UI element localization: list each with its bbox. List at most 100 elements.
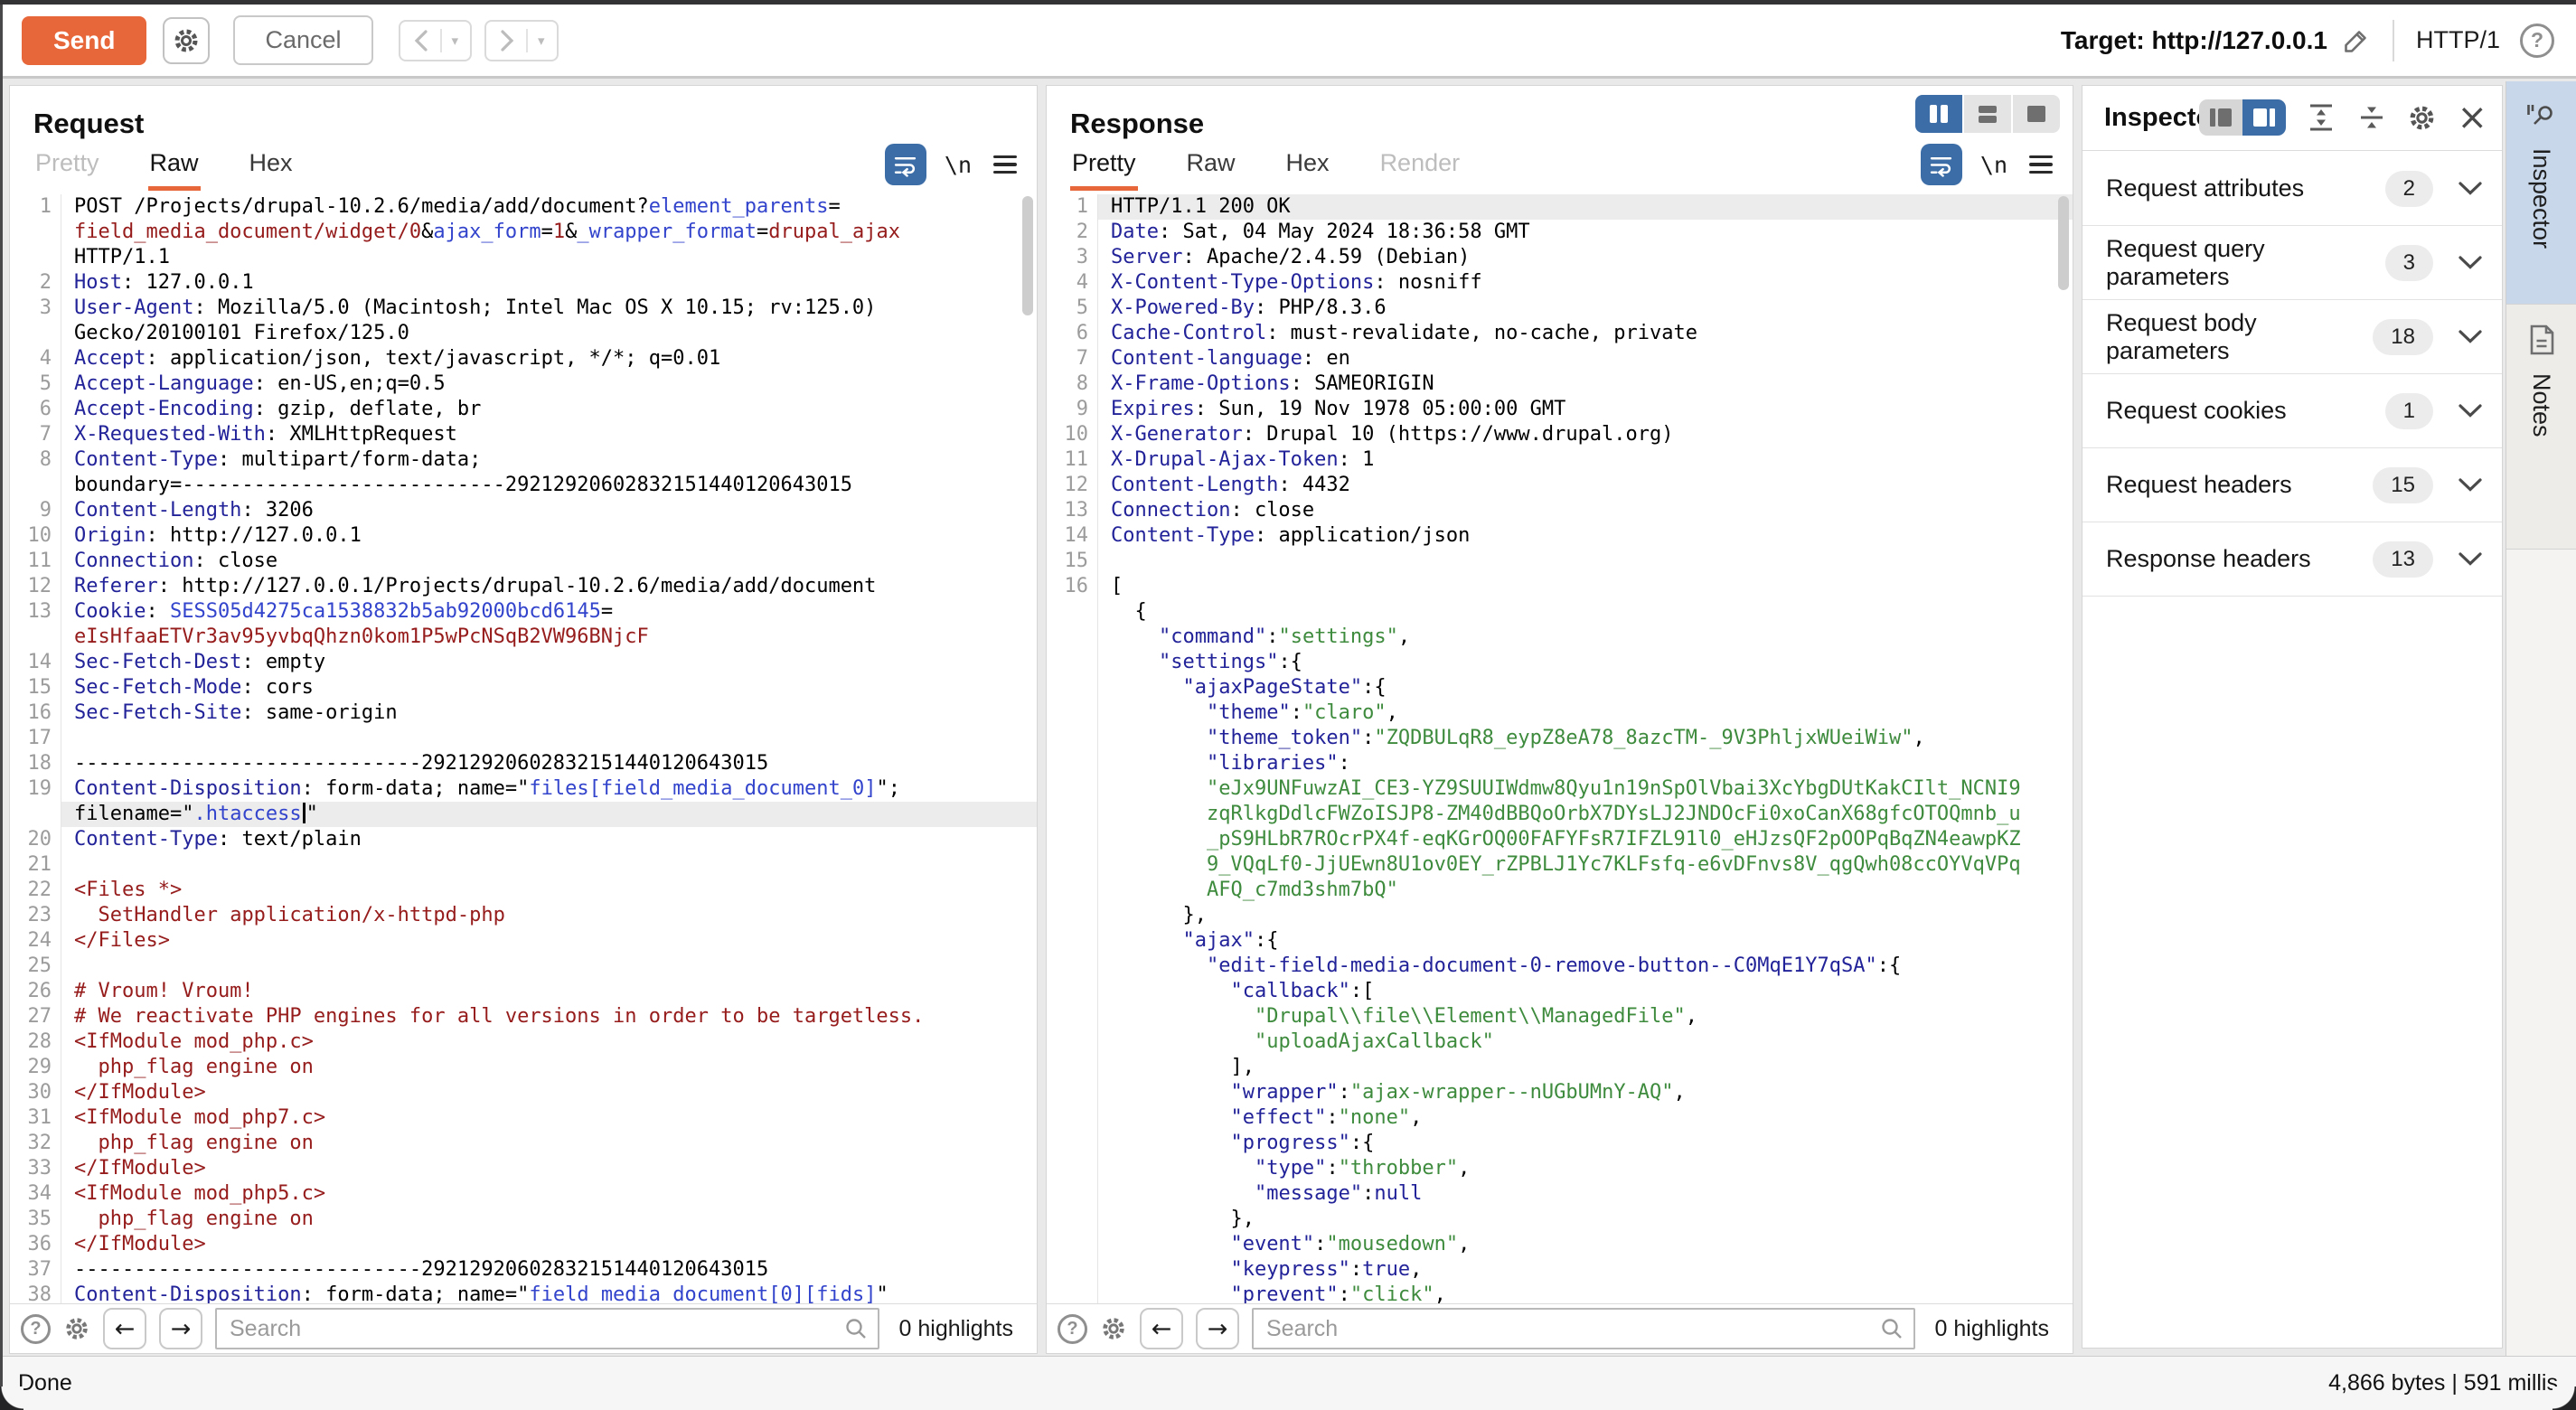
code-line[interactable]: 11Connection: close [10, 549, 1037, 574]
inspector-settings-button[interactable] [2407, 103, 2437, 133]
search-prev-button[interactable]: ← [1140, 1308, 1183, 1349]
code-line[interactable]: 13Connection: close [1047, 498, 2073, 523]
code-line[interactable]: 22<Files *> [10, 878, 1037, 903]
code-line[interactable]: 27# We reactivate PHP engines for all ve… [10, 1004, 1037, 1029]
help-icon[interactable]: ? [2520, 24, 2554, 58]
search-help-icon[interactable]: ? [1058, 1314, 1087, 1344]
code-line[interactable]: 31<IfModule mod_php7.c> [10, 1105, 1037, 1131]
code-line[interactable]: 12Referer: http://127.0.0.1/Projects/dru… [10, 574, 1037, 599]
inspector-section-request-cookies[interactable]: Request cookies1 [2082, 374, 2502, 448]
tab-pretty[interactable]: Pretty [33, 149, 101, 191]
code-line[interactable]: 33</IfModule> [10, 1156, 1037, 1181]
request-editor[interactable]: 1POST /Projects/drupal-10.2.6/media/add/… [10, 191, 1037, 1303]
forward-request-button[interactable]: ▾ [484, 20, 559, 61]
send-settings-button[interactable] [163, 17, 210, 64]
collapse-all-button[interactable] [2356, 102, 2387, 133]
code-line[interactable]: 1HTTP/1.1 200 OK [1047, 194, 2073, 220]
code-line[interactable]: 19Content-Disposition: form-data; name="… [10, 776, 1037, 802]
code-line[interactable]: 16[ { "command":"settings", "settings":{… [1047, 574, 2073, 1303]
back-request-button[interactable]: ▾ [399, 20, 473, 61]
search-settings-button[interactable] [1100, 1315, 1127, 1342]
code-line[interactable]: 12Content-Length: 4432 [1047, 473, 2073, 498]
word-wrap-toggle[interactable] [885, 144, 926, 185]
dock-right-button[interactable] [2242, 99, 2286, 136]
inspector-section-request-headers[interactable]: Request headers15 [2082, 448, 2502, 522]
request-scrollbar[interactable] [1022, 196, 1033, 315]
show-newlines-toggle[interactable]: \n [1980, 152, 2007, 178]
code-line[interactable]: 8X-Frame-Options: SAMEORIGIN [1047, 371, 2073, 397]
code-line[interactable]: 26# Vroum! Vroum! [10, 979, 1037, 1004]
code-line[interactable]: 3User-Agent: Mozilla/5.0 (Macintosh; Int… [10, 296, 1037, 346]
inspector-dock-toggle[interactable] [2199, 99, 2286, 136]
dock-left-button[interactable] [2199, 99, 2242, 136]
code-line[interactable]: 16Sec-Fetch-Site: same-origin [10, 700, 1037, 726]
code-line[interactable]: 14Content-Type: application/json [1047, 523, 2073, 549]
tab-render[interactable]: Render [1378, 149, 1462, 191]
code-line[interactable]: 11X-Drupal-Ajax-Token: 1 [1047, 447, 2073, 473]
search-help-icon[interactable]: ? [21, 1314, 51, 1344]
close-icon[interactable]: × [2457, 99, 2487, 136]
menu-icon[interactable] [2026, 152, 2056, 178]
code-line[interactable]: 3Server: Apache/2.4.59 (Debian) [1047, 245, 2073, 270]
code-line[interactable]: 14Sec-Fetch-Dest: empty [10, 650, 1037, 675]
code-line[interactable]: 32 php_flag engine on [10, 1131, 1037, 1156]
code-line[interactable]: 6Accept-Encoding: gzip, deflate, br [10, 397, 1037, 422]
code-line[interactable]: 5Accept-Language: en-US,en;q=0.5 [10, 371, 1037, 397]
code-line[interactable]: 15 [1047, 549, 2073, 574]
code-line[interactable]: 7X-Requested-With: XMLHttpRequest [10, 422, 1037, 447]
tab-hex[interactable]: Hex [1284, 149, 1331, 191]
response-editor[interactable]: 1HTTP/1.1 200 OK2Date: Sat, 04 May 2024 … [1047, 191, 2073, 1303]
edit-target-button[interactable] [2342, 26, 2371, 55]
inspector-section-request-body-parameters[interactable]: Request body parameters18 [2082, 300, 2502, 374]
code-line[interactable]: 34<IfModule mod_php5.c> [10, 1181, 1037, 1207]
code-line[interactable]: 7Content-language: en [1047, 346, 2073, 371]
inspector-section-request-query-parameters[interactable]: Request query parameters3 [2082, 226, 2502, 300]
tab-pretty[interactable]: Pretty [1070, 149, 1138, 191]
search-input[interactable] [215, 1308, 879, 1349]
code-line[interactable]: 36</IfModule> [10, 1232, 1037, 1257]
code-line[interactable]: 2Host: 127.0.0.1 [10, 270, 1037, 296]
code-line[interactable]: 2Date: Sat, 04 May 2024 18:36:58 GMT [1047, 220, 2073, 245]
code-line[interactable]: 23 SetHandler application/x-httpd-php [10, 903, 1037, 928]
tab-raw[interactable]: Raw [148, 149, 201, 191]
code-line[interactable]: 37-----------------------------292129206… [10, 1257, 1037, 1283]
code-line[interactable]: filename=".htaccess" [10, 802, 1037, 827]
code-line[interactable]: 9Content-Length: 3206 [10, 498, 1037, 523]
code-line[interactable]: 25 [10, 954, 1037, 979]
code-line[interactable]: 28<IfModule mod_php.c> [10, 1029, 1037, 1055]
show-newlines-toggle[interactable]: \n [945, 152, 972, 178]
code-line[interactable]: 6Cache-Control: must-revalidate, no-cach… [1047, 321, 2073, 346]
code-line[interactable]: 18-----------------------------292129206… [10, 751, 1037, 776]
code-line[interactable]: 5X-Powered-By: PHP/8.3.6 [1047, 296, 2073, 321]
word-wrap-toggle[interactable] [1921, 144, 1962, 185]
code-line[interactable]: 4X-Content-Type-Options: nosniff [1047, 270, 2073, 296]
code-line[interactable]: 4Accept: application/json, text/javascri… [10, 346, 1037, 371]
code-line[interactable]: 10Origin: http://127.0.0.1 [10, 523, 1037, 549]
layout-rows-button[interactable] [1964, 95, 2011, 133]
side-tab-inspector[interactable]: Inspector [2506, 81, 2576, 304]
expand-all-button[interactable] [2306, 102, 2336, 133]
code-line[interactable]: 21 [10, 852, 1037, 878]
code-line[interactable]: 1POST /Projects/drupal-10.2.6/media/add/… [10, 194, 1037, 270]
inspector-section-response-headers[interactable]: Response headers13 [2082, 522, 2502, 597]
code-line[interactable]: 17 [10, 726, 1037, 751]
search-input[interactable] [1252, 1308, 1915, 1349]
layout-single-button[interactable] [2013, 95, 2060, 133]
search-prev-button[interactable]: ← [103, 1308, 146, 1349]
tab-raw[interactable]: Raw [1185, 149, 1237, 191]
search-next-button[interactable]: → [159, 1308, 202, 1349]
code-line[interactable]: 8Content-Type: multipart/form-data; boun… [10, 447, 1037, 498]
code-line[interactable]: 30</IfModule> [10, 1080, 1037, 1105]
cancel-button[interactable]: Cancel [233, 15, 372, 65]
tab-hex[interactable]: Hex [248, 149, 295, 191]
code-line[interactable]: 15Sec-Fetch-Mode: cors [10, 675, 1037, 700]
response-scrollbar[interactable] [2058, 196, 2069, 290]
code-line[interactable]: 9Expires: Sun, 19 Nov 1978 05:00:00 GMT [1047, 397, 2073, 422]
layout-columns-button[interactable] [1915, 95, 1962, 133]
code-line[interactable]: 35 php_flag engine on [10, 1207, 1037, 1232]
code-line[interactable]: 38Content-Disposition: form-data; name="… [10, 1283, 1037, 1303]
search-settings-button[interactable] [63, 1315, 90, 1342]
search-next-button[interactable]: → [1196, 1308, 1239, 1349]
code-line[interactable]: 13Cookie: SESS05d4275ca1538832b5ab92000b… [10, 599, 1037, 650]
send-button[interactable]: Send [22, 16, 146, 65]
